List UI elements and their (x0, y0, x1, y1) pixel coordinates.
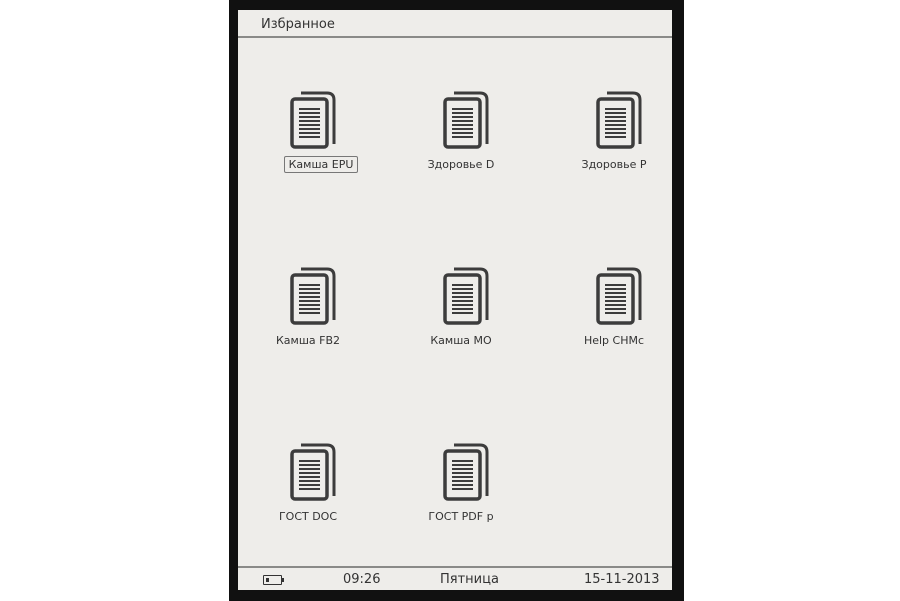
status-divider (238, 566, 672, 568)
documents-icon (443, 267, 489, 325)
weekday: Пятница (440, 572, 499, 587)
file-label: Здоровье P (581, 158, 647, 171)
file-tile[interactable]: Здоровье D (406, 80, 516, 180)
date: 15-11-2013 (584, 572, 660, 587)
file-tile[interactable]: ГОСТ DOC (253, 432, 363, 532)
documents-icon (443, 443, 489, 501)
documents-icon (596, 91, 642, 149)
ereader-device: Избранное Камша EPU Здоровье D Здоровье … (229, 0, 684, 601)
file-tile[interactable]: Камша FB2 (253, 256, 363, 356)
ereader-screen: Избранное Камша EPU Здоровье D Здоровье … (238, 10, 672, 590)
favorites-grid: Камша EPU Здоровье D Здоровье P Камша FB… (238, 80, 672, 550)
battery-icon (263, 575, 284, 585)
documents-icon (290, 267, 336, 325)
file-label: ГОСТ PDF p (428, 510, 494, 523)
file-label: Камша FB2 (275, 334, 341, 347)
file-tile[interactable]: Help CHMc (559, 256, 669, 356)
documents-icon (443, 91, 489, 149)
file-label: ГОСТ DOC (278, 510, 338, 523)
header-divider (238, 36, 672, 38)
file-label: Help CHMc (583, 334, 645, 347)
documents-icon (290, 91, 336, 149)
file-label: Камша EPU (284, 156, 358, 173)
page-title: Избранное (261, 17, 335, 32)
file-tile[interactable]: Камша MO (406, 256, 516, 356)
file-tile[interactable]: Здоровье P (559, 80, 669, 180)
status-bar: 09:26 Пятница 15-11-2013 (238, 570, 672, 590)
file-tile[interactable]: ГОСТ PDF p (406, 432, 516, 532)
file-label: Камша MO (430, 334, 492, 347)
documents-icon (596, 267, 642, 325)
clock-time: 09:26 (343, 572, 381, 587)
file-label: Здоровье D (427, 158, 495, 171)
documents-icon (290, 443, 336, 501)
file-tile[interactable]: Камша EPU (253, 80, 363, 180)
